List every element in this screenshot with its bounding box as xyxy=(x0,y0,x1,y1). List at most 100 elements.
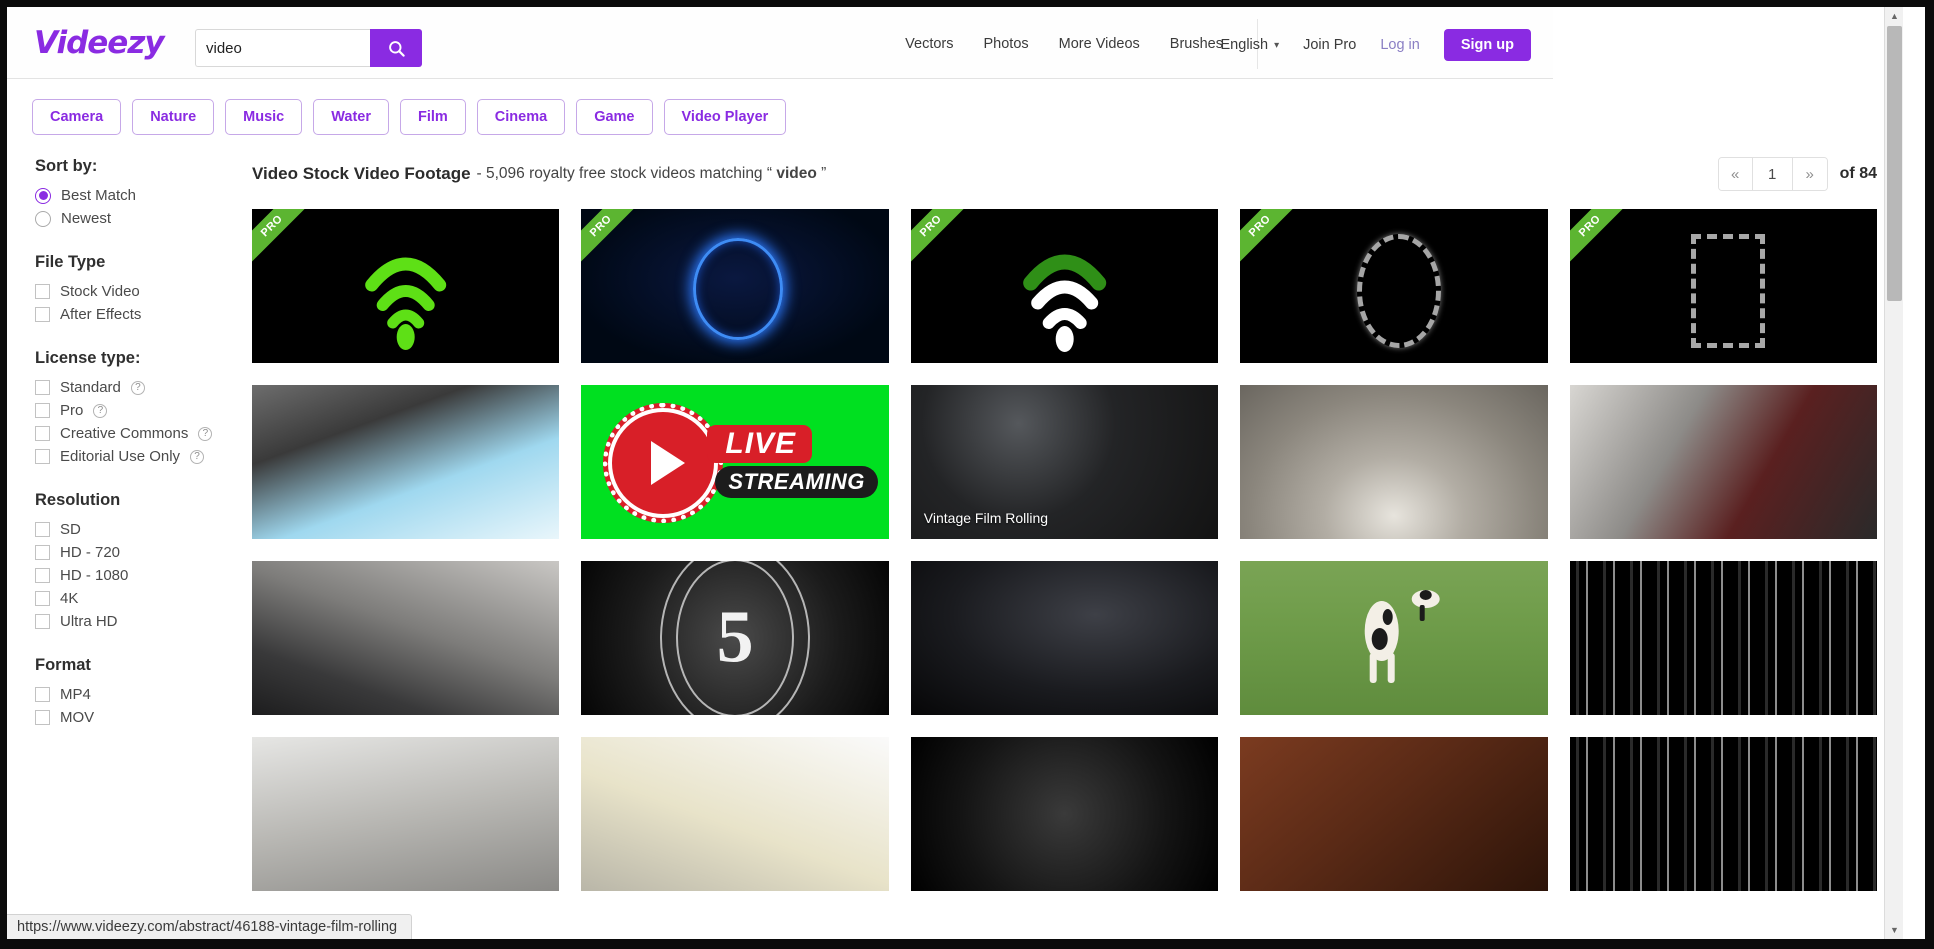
help-icon-standard[interactable]: ? xyxy=(130,380,145,395)
video-card[interactable] xyxy=(1240,561,1548,715)
category-pill-cinema[interactable]: Cinema xyxy=(476,99,566,135)
sort-option-newest[interactable]: Newest xyxy=(35,210,252,227)
search-results: Video Stock Video Footage - 5,096 royalt… xyxy=(252,157,1903,891)
pagination-current-page[interactable]: 1 xyxy=(1752,158,1793,190)
filter-label-pro: Pro xyxy=(60,402,84,419)
search-input[interactable] xyxy=(195,29,370,67)
video-card[interactable]: PRO xyxy=(252,209,560,363)
video-card[interactable]: PRO xyxy=(1240,209,1548,363)
checkbox-icon-sd[interactable] xyxy=(35,522,50,537)
video-card[interactable]: PRO xyxy=(1569,209,1877,363)
checkbox-icon-standard[interactable] xyxy=(35,380,50,395)
filter-license-pro[interactable]: Pro ? xyxy=(35,402,252,419)
category-pill-nature[interactable]: Nature xyxy=(132,99,215,135)
video-thumbnail-cows-field xyxy=(1240,561,1548,715)
video-card[interactable]: 5 xyxy=(581,561,889,715)
nav-item-photos[interactable]: Photos xyxy=(984,36,1029,52)
video-card[interactable] xyxy=(910,737,1219,891)
primary-nav: Vectors Photos More Videos Brushes xyxy=(905,36,1223,52)
filter-resolution-hd720[interactable]: HD - 720 xyxy=(35,544,252,561)
filter-resolution-4k[interactable]: 4K xyxy=(35,590,252,607)
checkbox-icon-pro[interactable] xyxy=(35,403,50,418)
category-pill-camera[interactable]: Camera xyxy=(32,99,122,135)
log-in-link[interactable]: Log in xyxy=(1380,37,1420,53)
category-pill-game[interactable]: Game xyxy=(576,99,653,135)
filter-resolution-ultra-hd[interactable]: Ultra HD xyxy=(35,613,252,630)
video-card[interactable]: LIVE STREAMING xyxy=(581,385,889,539)
video-card[interactable] xyxy=(1569,561,1877,715)
filter-resolution-sd[interactable]: SD xyxy=(35,521,252,538)
help-icon-editorial[interactable]: ? xyxy=(190,449,205,464)
category-pill-music[interactable]: Music xyxy=(225,99,303,135)
checkbox-icon-mov[interactable] xyxy=(35,710,50,725)
filter-format-mov[interactable]: MOV xyxy=(35,709,252,726)
video-card[interactable] xyxy=(1240,385,1548,539)
checkbox-icon-ultra-hd[interactable] xyxy=(35,614,50,629)
video-card-title: Vintage Film Rolling xyxy=(923,510,1049,526)
nav-item-vectors[interactable]: Vectors xyxy=(905,36,953,52)
streaming-label: STREAMING xyxy=(715,466,878,498)
scroll-down-arrow-icon[interactable]: ▼ xyxy=(1885,921,1903,939)
help-icon-creative-commons[interactable]: ? xyxy=(198,426,213,441)
filter-label-mov: MOV xyxy=(60,709,95,726)
checkbox-icon-creative-commons[interactable] xyxy=(35,426,50,441)
video-thumbnail-sparkle xyxy=(910,737,1219,891)
checkbox-icon-hd720[interactable] xyxy=(35,545,50,560)
scroll-up-arrow-icon[interactable]: ▲ xyxy=(1885,7,1903,25)
filter-resolution-hd1080[interactable]: HD - 1080 xyxy=(35,567,252,584)
category-pill-film[interactable]: Film xyxy=(399,99,466,135)
video-card[interactable] xyxy=(252,385,560,539)
nav-item-more-videos[interactable]: More Videos xyxy=(1059,36,1140,52)
checkbox-icon-mp4[interactable] xyxy=(35,687,50,702)
checkbox-icon-hd1080[interactable] xyxy=(35,568,50,583)
checkbox-icon-after-effects[interactable] xyxy=(35,307,50,322)
browser-viewport: Videezy Vectors Photos More Videos Brush… xyxy=(0,0,1934,949)
filter-group-title-format: Format xyxy=(35,656,91,674)
category-pill-water[interactable]: Water xyxy=(313,99,389,135)
filter-license-creative-commons[interactable]: Creative Commons ? xyxy=(35,425,252,442)
video-card[interactable]: PRO xyxy=(581,209,889,363)
nav-item-brushes[interactable]: Brushes xyxy=(1170,36,1223,52)
language-label: English xyxy=(1220,37,1269,53)
filter-label-ultra-hd: Ultra HD xyxy=(60,613,118,630)
live-label: LIVE xyxy=(707,425,813,463)
sort-label-newest: Newest xyxy=(61,210,112,227)
filter-license-editorial[interactable]: Editorial Use Only ? xyxy=(35,448,252,465)
checkbox-icon-stock-video[interactable] xyxy=(35,284,50,299)
checkbox-icon-editorial[interactable] xyxy=(35,449,50,464)
filter-sidebar: Sort by: Best Match Newest File Type Sto… xyxy=(7,157,252,891)
checkbox-icon-4k[interactable] xyxy=(35,591,50,606)
video-card[interactable] xyxy=(910,561,1219,715)
help-icon-pro[interactable]: ? xyxy=(93,403,108,418)
join-pro-link[interactable]: Join Pro xyxy=(1303,37,1356,53)
filter-license-standard[interactable]: Standard ? xyxy=(35,379,252,396)
pagination-prev-button[interactable]: « xyxy=(1718,158,1753,190)
video-card[interactable]: PRO xyxy=(910,209,1219,363)
page-scrollbar[interactable]: ▲ ▼ xyxy=(1884,7,1903,939)
scrollbar-thumb[interactable] xyxy=(1887,26,1902,301)
video-card[interactable] xyxy=(1240,737,1548,891)
video-card[interactable] xyxy=(252,561,560,715)
radio-icon-best-match[interactable] xyxy=(35,187,51,204)
search-submit-button[interactable] xyxy=(370,29,422,67)
play-button-icon xyxy=(603,403,724,523)
status-bar-url: https://www.videezy.com/abstract/46188-v… xyxy=(7,914,413,939)
sort-option-best-match[interactable]: Best Match xyxy=(35,187,252,204)
radio-icon-newest[interactable] xyxy=(35,210,51,227)
content-area: Sort by: Best Match Newest File Type Sto… xyxy=(7,135,1903,891)
filter-format-mp4[interactable]: MP4 xyxy=(35,686,252,703)
video-card[interactable]: Vintage Film Rolling xyxy=(910,385,1219,539)
filter-stock-video[interactable]: Stock Video xyxy=(35,283,252,300)
video-card[interactable] xyxy=(1569,385,1877,539)
language-selector[interactable]: English ▾ xyxy=(1221,37,1280,53)
video-card[interactable] xyxy=(252,737,560,891)
results-summary-prefix: - 5,096 royalty free stock videos matchi… xyxy=(476,165,777,182)
site-logo[interactable]: Videezy xyxy=(34,25,165,61)
pagination-next-button[interactable]: » xyxy=(1792,158,1827,190)
filter-label-mp4: MP4 xyxy=(60,686,91,703)
sign-up-button[interactable]: Sign up xyxy=(1443,29,1531,61)
filter-after-effects[interactable]: After Effects xyxy=(35,306,252,323)
video-card[interactable] xyxy=(581,737,889,891)
video-card[interactable] xyxy=(1569,737,1877,891)
category-pill-video-player[interactable]: Video Player xyxy=(663,99,787,135)
